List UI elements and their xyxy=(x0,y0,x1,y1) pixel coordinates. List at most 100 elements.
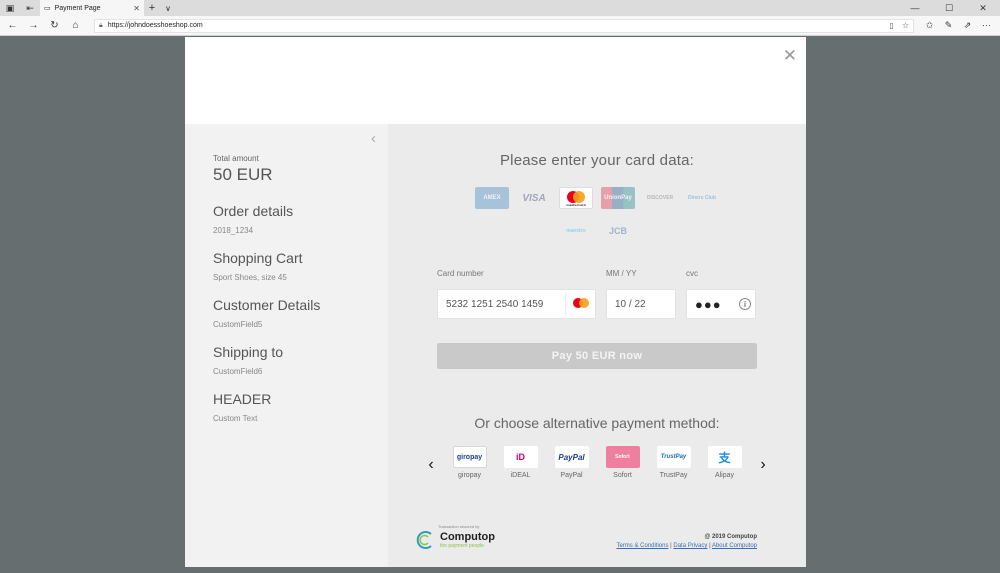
cvc-label: cvc xyxy=(686,269,698,278)
order-details-block: Order details 2018_1234 xyxy=(213,203,293,235)
refresh-icon[interactable]: ↻ xyxy=(44,20,65,31)
computop-badge: Transaction secured by Computop the paym… xyxy=(416,524,516,554)
alt-method-name: Alipay xyxy=(714,472,735,479)
new-tab-icon[interactable]: + xyxy=(144,2,160,14)
lock-icon: 🔒︎ xyxy=(99,21,103,29)
tab-title: Payment Page xyxy=(54,4,101,12)
header-title: HEADER xyxy=(213,391,272,407)
favorites-icon[interactable]: ✩ xyxy=(920,20,939,31)
total-amount-block: Total amount 50 EUR xyxy=(213,154,273,185)
customer-details-value: CustomField5 xyxy=(213,320,263,329)
close-icon[interactable]: ✕ xyxy=(133,4,140,13)
page-icon: ▭ xyxy=(44,5,51,12)
link-separator: | xyxy=(709,543,711,549)
terms-link[interactable]: Terms & Conditions xyxy=(616,543,668,549)
alt-method-name: iDEAL xyxy=(510,472,531,479)
alt-method-paypal[interactable]: PayPal PayPal xyxy=(552,446,592,479)
chevron-left-icon[interactable]: ‹ xyxy=(422,455,440,475)
alt-method-name: TrustPay xyxy=(659,472,688,479)
unionpay-logo: UnionPay xyxy=(601,187,635,209)
expiry-input[interactable]: 10 / 22 xyxy=(606,289,676,319)
order-details-value: 2018_1234 xyxy=(213,226,254,235)
privacy-link[interactable]: Data Privacy xyxy=(673,543,707,549)
chevron-right-icon[interactable]: › xyxy=(754,455,772,475)
total-amount-label: Total amount xyxy=(213,154,259,163)
card-brand-row-2: maestro JCB xyxy=(388,220,806,242)
info-icon[interactable]: i xyxy=(739,298,751,310)
mastercard-text: mastercard xyxy=(566,203,585,207)
cvc-value: ●●● xyxy=(695,296,722,312)
customer-details-block: Customer Details CustomField5 xyxy=(213,297,320,329)
about-link[interactable]: About Computop xyxy=(712,543,757,549)
link-separator: | xyxy=(670,543,672,549)
set-aside-icon[interactable]: ⇤ xyxy=(20,0,40,16)
back-icon[interactable]: ← xyxy=(2,20,23,31)
reading-view-icon[interactable]: ▯ xyxy=(889,21,893,30)
alt-method-giropay[interactable]: giropay giropay xyxy=(450,446,490,479)
notes-icon[interactable]: ✎ xyxy=(939,20,958,31)
shopping-cart-title: Shopping Cart xyxy=(213,250,303,266)
favorite-star-icon[interactable]: ☆ xyxy=(902,21,909,30)
amex-logo: AMEX xyxy=(475,187,509,209)
header-value: Custom Text xyxy=(213,414,258,423)
alt-methods-title: Or choose alternative payment method: xyxy=(474,415,720,431)
url-input[interactable]: 🔒︎ https://johndoesshoeshop.com ▯ ☆ xyxy=(94,18,914,33)
discover-logo: DISCOVER xyxy=(646,195,674,201)
trustpay-logo: TrustPay xyxy=(656,446,691,468)
forward-icon[interactable]: → xyxy=(23,20,44,31)
mastercard-icon xyxy=(565,292,595,316)
share-icon[interactable]: ⇗ xyxy=(958,20,977,31)
sofort-logo: Sofort xyxy=(605,446,640,468)
browser-tab[interactable]: ▭ Payment Page ✕ xyxy=(40,0,144,16)
shipping-value: CustomField6 xyxy=(213,367,263,376)
jcb-logo: JCB xyxy=(608,226,627,236)
minimize-icon[interactable]: — xyxy=(898,3,932,14)
browser-address-bar: ← → ↻ ⌂ 🔒︎ https://johndoesshoeshop.com … xyxy=(0,16,1000,36)
collapse-chevron-icon[interactable]: ‹ xyxy=(371,130,376,147)
giropay-logo: giropay xyxy=(452,446,487,468)
diners-logo: Diners Club xyxy=(687,195,717,201)
home-icon[interactable]: ⌂ xyxy=(65,20,86,31)
window-close-icon[interactable]: ✕ xyxy=(966,3,1000,14)
card-form-title: Please enter your card data: xyxy=(499,152,695,169)
chevron-down-icon[interactable]: ∨ xyxy=(160,4,176,13)
card-number-label: Card number xyxy=(437,269,484,278)
header-block: HEADER Custom Text xyxy=(213,391,271,423)
mastercard-logo: mastercard xyxy=(559,187,593,209)
copyright-text: @ 2019 Computop xyxy=(704,534,757,540)
total-amount-value: 50 EUR xyxy=(213,165,273,184)
alt-method-ideal[interactable]: iD iDEAL xyxy=(501,446,541,479)
modal-header: ✕ xyxy=(185,37,806,124)
alt-method-sofort[interactable]: Sofort Sofort xyxy=(603,446,643,479)
alipay-logo: 支 xyxy=(707,446,742,468)
card-number-input[interactable]: 5232 1251 2540 1459 xyxy=(437,289,596,319)
shipping-block: Shipping to CustomField6 xyxy=(213,344,283,376)
footer-info: @ 2019 Computop Terms & Conditions | Dat… xyxy=(616,534,757,549)
computop-tagline: the payment people xyxy=(440,543,484,549)
card-brand-row-1: AMEX VISA mastercard UnionPay DISCOVER D… xyxy=(388,187,806,209)
alt-method-name: PayPal xyxy=(560,472,583,479)
modal-close-icon[interactable]: ✕ xyxy=(783,47,797,64)
expiry-value: 10 / 22 xyxy=(615,298,646,310)
ideal-logo: iD xyxy=(503,446,538,468)
window-controls: — ☐ ✕ xyxy=(898,3,1000,14)
maximize-icon[interactable]: ☐ xyxy=(932,3,966,14)
expiry-label: MM / YY xyxy=(606,269,637,278)
tab-actions-icon[interactable]: ▣ xyxy=(0,0,20,16)
pay-button[interactable]: Pay 50 EUR now xyxy=(437,343,757,369)
paypal-logo: PayPal xyxy=(554,446,589,468)
url-text: https://johndoesshoeshop.com xyxy=(107,22,203,29)
more-icon[interactable]: ··· xyxy=(977,20,996,31)
card-number-value: 5232 1251 2540 1459 xyxy=(446,298,544,310)
alt-method-alipay[interactable]: 支 Alipay xyxy=(705,446,745,479)
browser-tab-bar: ▣ ⇤ ▭ Payment Page ✕ + ∨ — ☐ ✕ xyxy=(0,0,1000,16)
shopping-cart-value: Sport Shoes, size 45 xyxy=(213,273,287,282)
footer-links: Terms & Conditions | Data Privacy | Abou… xyxy=(616,543,757,549)
cvc-input[interactable]: ●●● i xyxy=(686,289,756,319)
maestro-logo: maestro xyxy=(566,228,586,234)
alt-method-name: Sofort xyxy=(613,472,632,479)
shopping-cart-block: Shopping Cart Sport Shoes, size 45 xyxy=(213,250,303,282)
alt-method-trustpay[interactable]: TrustPay TrustPay xyxy=(654,446,694,479)
alt-methods-carousel: ‹ giropay giropay iD iDEAL PayPal PayPal… xyxy=(422,446,772,486)
visa-logo: VISA xyxy=(522,192,546,204)
